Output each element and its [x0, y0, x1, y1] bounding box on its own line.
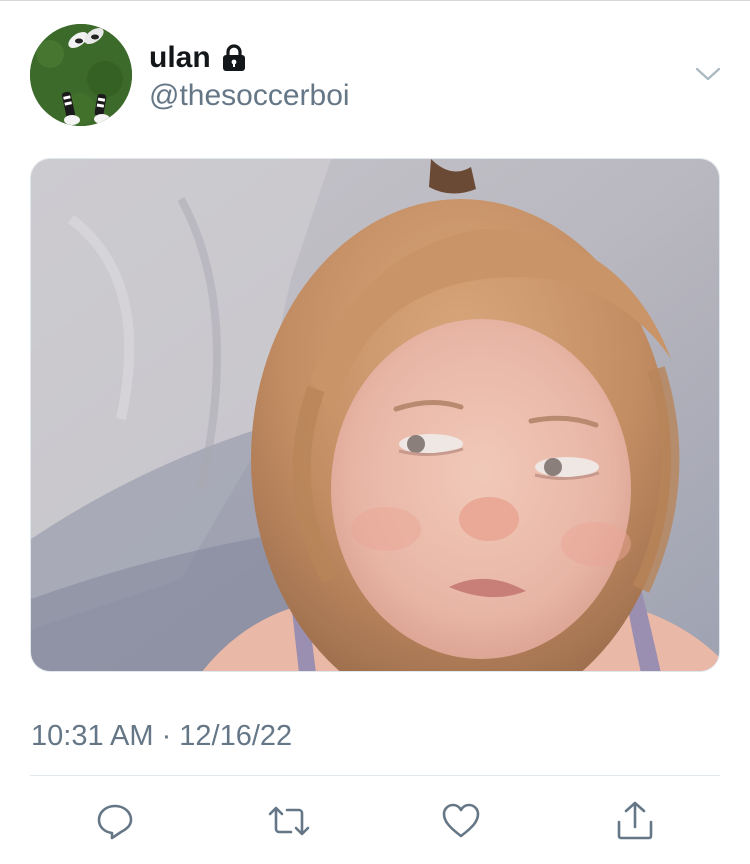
- share-button[interactable]: [610, 796, 660, 846]
- author-display-name[interactable]: ulan: [149, 38, 211, 78]
- actions-divider: [30, 775, 720, 776]
- author-handle[interactable]: @thesoccerboi: [149, 78, 350, 114]
- share-icon: [617, 801, 653, 840]
- avatar[interactable]: [30, 24, 132, 126]
- tweet-timestamp[interactable]: 10:31 AM · 12/16/22: [31, 716, 292, 756]
- tweet-media-image[interactable]: [30, 158, 720, 672]
- retweet-button[interactable]: [264, 796, 314, 846]
- heart-icon: [442, 803, 480, 838]
- lock-icon: [221, 43, 247, 73]
- tweet-actions-bar: [0, 796, 750, 846]
- avatar-image: [30, 24, 132, 126]
- like-button[interactable]: [436, 796, 486, 846]
- retweet-icon: [268, 806, 310, 836]
- reply-button[interactable]: [90, 796, 140, 846]
- reply-icon: [97, 804, 133, 840]
- top-divider: [0, 0, 750, 1]
- author-name-row: ulan: [149, 38, 247, 78]
- chevron-down-icon[interactable]: [695, 64, 721, 84]
